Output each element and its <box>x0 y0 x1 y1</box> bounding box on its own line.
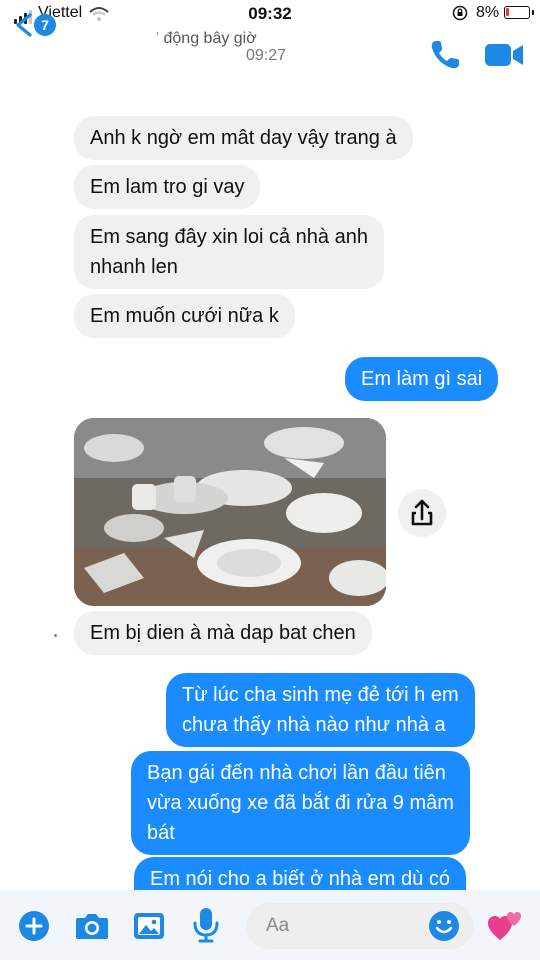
message-text-line: bát <box>147 822 175 844</box>
back-button[interactable]: 7 <box>12 10 58 40</box>
message-incoming[interactable]: Anh k ngờ em mât day vậy trang à <box>74 116 413 160</box>
message-incoming[interactable]: Em lam tro gi vay <box>74 165 261 209</box>
message-text-line: Bạn gái đến nhà chơi lần đầu tiên <box>147 762 446 784</box>
divider-dot <box>54 634 57 637</box>
header-timestamp: 09:27 <box>246 47 287 64</box>
hearts-icon[interactable] <box>486 906 526 944</box>
active-status-text: động bây giờ <box>163 30 257 47</box>
camera-icon[interactable] <box>74 910 110 942</box>
broken-dishes-photo[interactable] <box>74 418 386 606</box>
message-text: Anh k ngờ em mât day vậy trang à <box>90 127 397 149</box>
share-icon <box>411 499 433 526</box>
gallery-icon[interactable] <box>132 910 166 942</box>
microphone-icon[interactable] <box>192 906 220 944</box>
message-text-line: chưa thấy nhà nào như nhà a <box>182 714 446 736</box>
photo-image <box>74 418 386 606</box>
message-outgoing[interactable]: Bạn gái đến nhà chơi lần đầu tiên vừa xu… <box>131 751 470 855</box>
battery-percent: 8% <box>476 4 500 21</box>
unread-count-badge: 7 <box>34 14 56 36</box>
message-text-line: Em sang đây xin loi cả nhà anh <box>90 226 368 248</box>
message-text-line: vừa xuống xe đã bắt đi rửa 9 mâm <box>147 792 454 814</box>
message-incoming[interactable]: Em bị dien à mà dap bat chen <box>74 611 372 655</box>
status-bar: Viettel 09:32 8% <box>0 0 540 30</box>
message-incoming[interactable]: Em sang đây xin loi cả nhà anh nhanh len <box>74 215 384 289</box>
message-text: Em làm gì sai <box>361 368 483 390</box>
message-text-line: nhanh len <box>90 256 178 278</box>
message-text: Em muốn cưới nữa k <box>90 305 279 327</box>
share-button[interactable] <box>398 489 446 537</box>
back-chevron-icon <box>16 13 32 37</box>
phone-icon[interactable] <box>428 38 462 72</box>
battery-icon <box>504 6 534 19</box>
message-incoming[interactable]: Em muốn cưới nữa k <box>74 294 295 338</box>
emoji-icon[interactable] <box>428 910 460 942</box>
message-text: Em nói cho a biết ở nhà em dù có <box>150 868 450 890</box>
video-camera-icon[interactable] <box>484 42 524 68</box>
message-text-line: Từ lúc cha sinh mẹ đẻ tới h em <box>182 684 459 706</box>
active-status: ' động bây giờ <box>156 30 257 47</box>
message-outgoing[interactable]: Từ lúc cha sinh mẹ đẻ tới h em chưa thấy… <box>166 673 475 747</box>
message-text: Em lam tro gi vay <box>90 176 245 198</box>
message-outgoing[interactable]: Em làm gì sai <box>345 357 499 401</box>
message-text: Em bị dien à mà dap bat chen <box>90 622 356 644</box>
message-input-placeholder: Aa <box>266 915 290 936</box>
plus-icon[interactable] <box>18 910 50 942</box>
rotation-lock-icon <box>452 5 468 21</box>
